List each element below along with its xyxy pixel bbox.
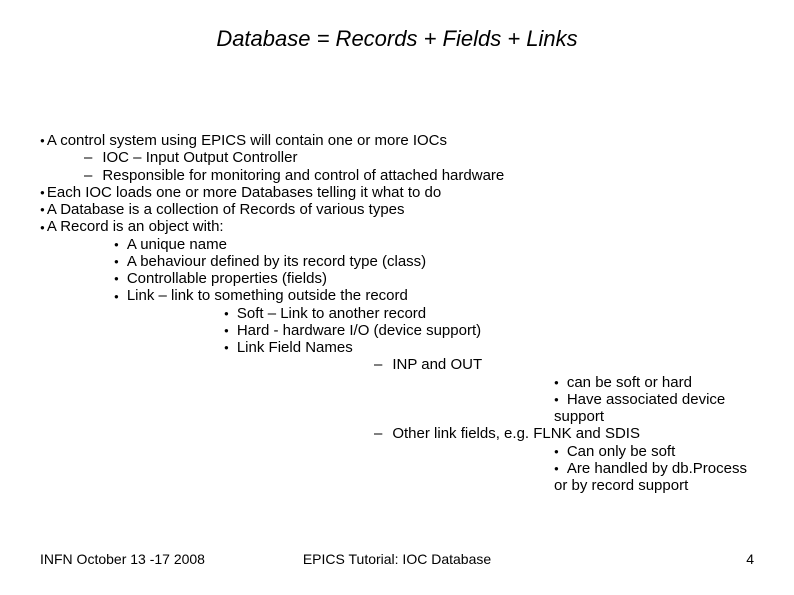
bullet-text: Link Field Names [237, 339, 353, 356]
bullet-text: Are handled by db.Process or by record s… [554, 460, 747, 494]
bullet-text: Soft – Link to another record [237, 305, 426, 322]
bullet-item: Responsible for monitoring and control o… [84, 167, 754, 184]
bullet-text: Controllable properties (fields) [127, 270, 327, 287]
bullet-item: Are handled by db.Process or by record s… [554, 460, 754, 495]
bullet-item: Controllable properties (fields) [114, 270, 754, 287]
footer: INFN October 13 -17 2008 EPICS Tutorial:… [40, 551, 754, 567]
footer-page-number: 4 [746, 551, 754, 567]
bullet-text: A Record is an object with: [47, 218, 224, 235]
bullet-item: A control system using EPICS will contai… [40, 132, 754, 184]
slide-title: Database = Records + Fields + Links [40, 26, 754, 52]
bullet-text: Can only be soft [567, 443, 675, 460]
bullet-item: A behaviour defined by its record type (… [114, 253, 754, 270]
bullet-item: Each IOC loads one or more Databases tel… [40, 184, 754, 201]
bullet-text: Each IOC loads one or more Databases tel… [47, 184, 441, 201]
bullet-item: A Database is a collection of Records of… [40, 201, 754, 218]
bullet-text: A Database is a collection of Records of… [47, 201, 405, 218]
bullet-text: INP and OUT [392, 356, 482, 373]
bullet-item: Soft – Link to another record [224, 305, 754, 322]
slide-content: A control system using EPICS will contai… [40, 132, 754, 494]
bullet-text: Link – link to something outside the rec… [127, 287, 408, 304]
bullet-item: Link – link to something outside the rec… [114, 287, 754, 494]
bullet-item: Have associated device support [554, 391, 754, 426]
bullet-text: A control system using EPICS will contai… [47, 132, 447, 149]
bullet-item: can be soft or hard [554, 374, 754, 391]
bullet-item: Other link fields, e.g. FLNK and SDIS Ca… [374, 425, 754, 494]
bullet-item: A Record is an object with: A unique nam… [40, 218, 754, 494]
bullet-item: INP and OUT can be soft or hard Have ass… [374, 356, 754, 425]
footer-left: INFN October 13 -17 2008 [40, 551, 205, 567]
bullet-item: IOC – Input Output Controller [84, 149, 754, 166]
bullet-item: Hard - hardware I/O (device support) [224, 322, 754, 339]
bullet-item: A unique name [114, 236, 754, 253]
bullet-text: Hard - hardware I/O (device support) [237, 322, 481, 339]
bullet-text: can be soft or hard [567, 374, 692, 391]
bullet-text: Have associated device support [554, 391, 725, 425]
bullet-item: Link Field Names INP and OUT can be soft… [224, 339, 754, 494]
bullet-text: Responsible for monitoring and control o… [102, 167, 504, 184]
bullet-text: A unique name [127, 236, 227, 253]
slide: Database = Records + Fields + Links A co… [0, 0, 794, 595]
footer-center: EPICS Tutorial: IOC Database [303, 551, 491, 567]
bullet-item: Can only be soft [554, 443, 754, 460]
bullet-text: Other link fields, e.g. FLNK and SDIS [392, 425, 640, 442]
bullet-text: IOC – Input Output Controller [102, 149, 297, 166]
bullet-text: A behaviour defined by its record type (… [127, 253, 426, 270]
